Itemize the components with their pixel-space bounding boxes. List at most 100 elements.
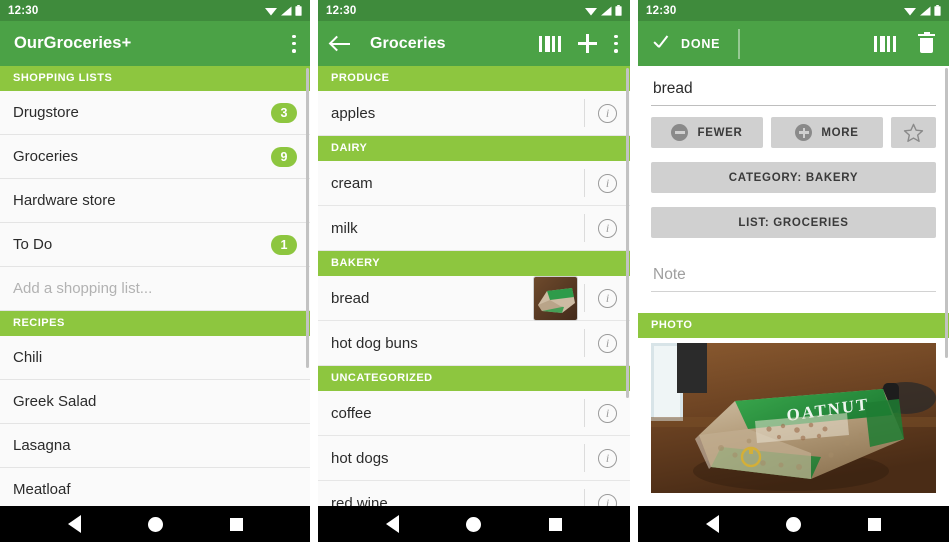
vertical-scrollbar[interactable]	[306, 68, 309, 368]
list-item-label: Greek Salad	[13, 393, 97, 410]
vertical-scrollbar[interactable]	[945, 68, 948, 358]
category-button[interactable]: CATEGORY: BAKERY	[651, 162, 936, 193]
three-phone-screenshots: 12:30 OurGroceries+ SHOPPING LISTS Drugs…	[0, 0, 949, 542]
detail-form: bread FEWER MORE CATEGORY: BAKERY LIST: …	[638, 66, 949, 292]
item-name-field[interactable]: bread	[651, 66, 936, 106]
status-bar-time: 12:30	[326, 4, 357, 17]
back-arrow-icon[interactable]	[330, 36, 350, 52]
list-item-label: Groceries	[13, 148, 79, 165]
list-item[interactable]: Greek Salad	[0, 380, 310, 424]
vertical-scrollbar[interactable]	[626, 68, 629, 398]
favorite-button[interactable]	[891, 117, 936, 148]
grocery-item-label: red wine	[331, 494, 388, 507]
info-icon[interactable]: i	[585, 218, 630, 238]
item-count-badge: 3	[271, 102, 297, 123]
list-item[interactable]: Lasagna	[0, 424, 310, 468]
barcode-scan-icon[interactable]	[874, 35, 896, 52]
list-button[interactable]: LIST: GROCERIES	[651, 207, 936, 238]
section-header-produce: PRODUCE	[318, 66, 630, 91]
nav-back-button[interactable]	[67, 515, 81, 533]
nav-home-button[interactable]	[785, 516, 801, 532]
checkmark-icon	[654, 37, 672, 50]
item-photo-thumbnail[interactable]	[533, 275, 578, 321]
list-item[interactable]: Hardware store	[0, 179, 310, 223]
detail-body: bread FEWER MORE CATEGORY: BAKERY LIST: …	[638, 66, 949, 506]
detail-scroller[interactable]: bread FEWER MORE CATEGORY: BAKERY LIST: …	[638, 66, 949, 506]
screen-gutter	[630, 0, 638, 542]
android-nav-bar	[318, 506, 630, 542]
nav-recents-button[interactable]	[549, 517, 563, 531]
info-icon[interactable]: i	[585, 493, 630, 506]
fewer-button[interactable]: FEWER	[651, 117, 763, 148]
grocery-item-label: bread	[331, 289, 370, 307]
list-item-label: Drugstore	[13, 104, 79, 121]
page-title: OurGroceries+	[14, 34, 132, 52]
add-shopping-list-placeholder: Add a shopping list...	[13, 280, 153, 297]
section-header-photo: PHOTO	[638, 313, 949, 338]
lists-scroller[interactable]: SHOPPING LISTS Drugstore 3 Groceries 9 H…	[0, 66, 310, 506]
signal-icon	[920, 6, 931, 15]
status-bar-time: 12:30	[8, 4, 39, 17]
app-bar-actions	[539, 34, 618, 53]
section-header-bakery: BAKERY	[318, 251, 630, 276]
info-icon[interactable]: i	[585, 173, 630, 193]
status-bar: 12:30	[318, 0, 630, 21]
add-shopping-list-input[interactable]: Add a shopping list...	[0, 267, 310, 311]
grocery-item-row[interactable]: red wine i	[318, 481, 630, 506]
more-button[interactable]: MORE	[771, 117, 883, 148]
grocery-item-label: cream	[331, 174, 373, 192]
toolbar-divider	[738, 28, 740, 59]
note-field[interactable]: Note	[651, 252, 936, 292]
section-header-recipes: RECIPES	[0, 311, 310, 336]
grocery-item-row[interactable]: coffee i	[318, 391, 630, 436]
nav-recents-button[interactable]	[229, 517, 243, 531]
grocery-item-row[interactable]: hot dogs i	[318, 436, 630, 481]
list-item[interactable]: To Do 1	[0, 223, 310, 267]
phone-screen-item-detail: 12:30 DONE bread FEWER MORE CATEGORY: BA…	[638, 0, 949, 542]
item-count-badge: 1	[271, 234, 297, 255]
nav-home-button[interactable]	[147, 516, 163, 532]
info-icon[interactable]: i	[585, 288, 630, 308]
list-item[interactable]: Groceries 9	[0, 135, 310, 179]
nav-back-button[interactable]	[385, 515, 399, 533]
list-item-label: Meatloaf	[13, 481, 71, 498]
status-bar-icons	[585, 5, 622, 16]
quantity-controls: FEWER MORE	[651, 117, 936, 148]
done-button[interactable]: DONE	[648, 37, 720, 51]
nav-back-button[interactable]	[705, 515, 719, 533]
kebab-menu-icon[interactable]	[614, 34, 618, 53]
app-bar-actions	[874, 32, 935, 53]
app-bar: OurGroceries+	[0, 21, 310, 66]
delete-trash-icon[interactable]	[918, 32, 935, 53]
wifi-icon	[904, 7, 916, 15]
grocery-item-row[interactable]: hot dog buns i	[318, 321, 630, 366]
oatnut-bread-loaf-photo: OATNUT	[651, 343, 936, 493]
kebab-menu-icon[interactable]	[292, 34, 296, 53]
item-photo[interactable]: OATNUT	[638, 338, 949, 493]
done-button-label: DONE	[681, 36, 721, 51]
info-icon[interactable]: i	[585, 448, 630, 468]
list-item[interactable]: Chili	[0, 336, 310, 380]
grocery-item-row[interactable]: milk i	[318, 206, 630, 251]
add-item-icon[interactable]	[578, 34, 597, 53]
list-item-label: Chili	[13, 349, 43, 366]
grocery-item-row[interactable]: apples i	[318, 91, 630, 136]
nav-home-button[interactable]	[466, 516, 482, 532]
grocery-item-row[interactable]: bread i	[318, 275, 630, 321]
list-item[interactable]: Drugstore 3	[0, 91, 310, 135]
app-bar: DONE	[638, 21, 949, 66]
item-count-badge: 9	[271, 146, 297, 167]
grocery-item-row[interactable]: cream i	[318, 161, 630, 206]
barcode-scan-icon[interactable]	[539, 35, 561, 52]
info-icon[interactable]: i	[585, 403, 630, 423]
minus-icon	[671, 124, 689, 141]
android-nav-bar	[0, 506, 310, 542]
signal-icon	[281, 6, 292, 15]
nav-recents-button[interactable]	[868, 517, 882, 531]
battery-icon	[934, 5, 941, 16]
info-icon[interactable]: i	[585, 103, 630, 123]
list-item-label: Lasagna	[13, 437, 71, 454]
list-item[interactable]: Meatloaf	[0, 468, 310, 506]
info-icon[interactable]: i	[585, 333, 630, 353]
groceries-scroller[interactable]: PRODUCE apples i DAIRY cream i milk i BA…	[318, 66, 630, 506]
